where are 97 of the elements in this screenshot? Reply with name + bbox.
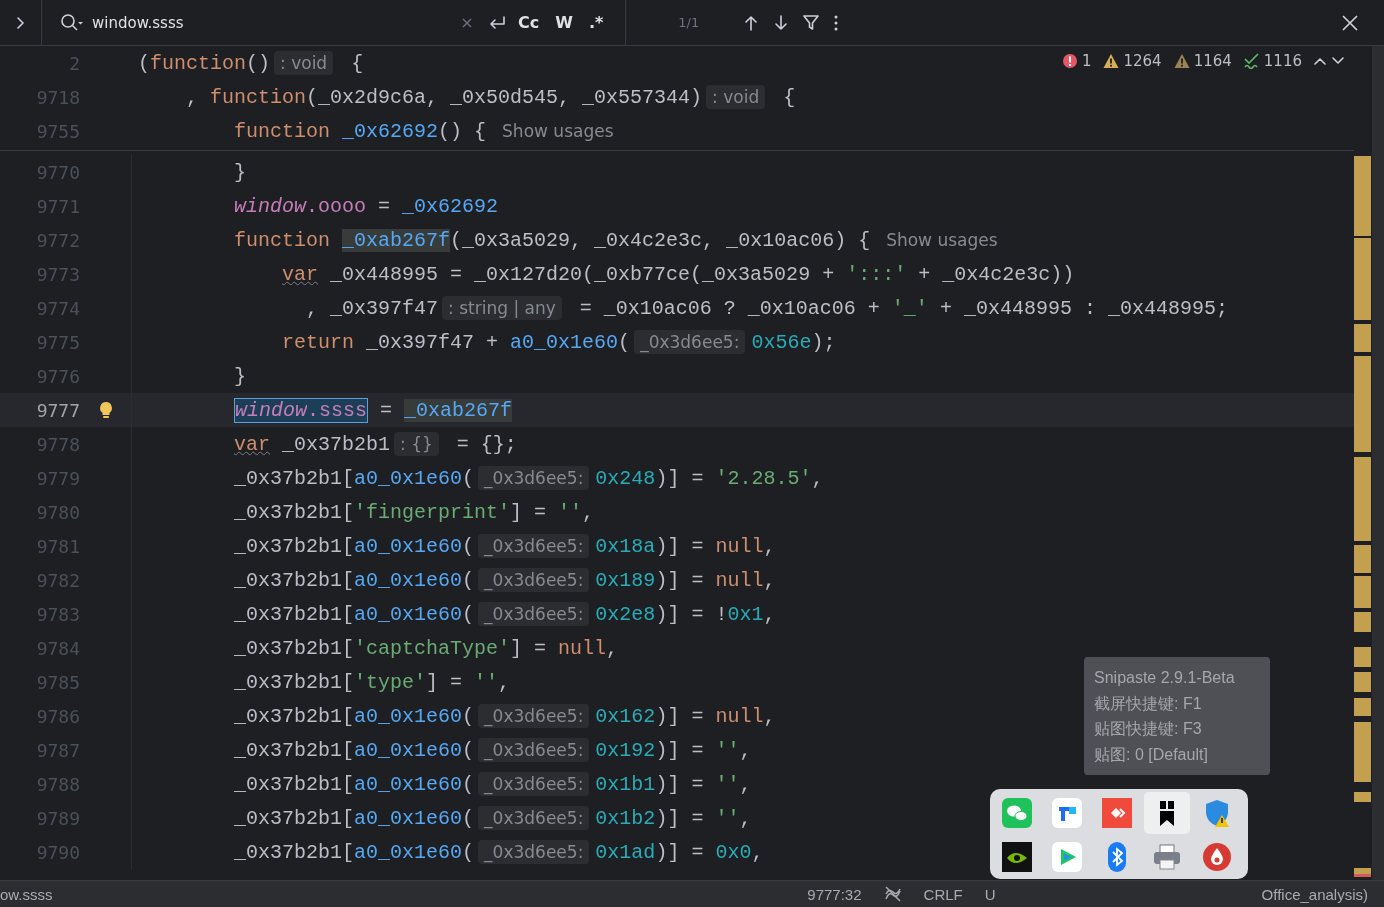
code-text: 0x1b1)] = '', [595, 772, 752, 796]
no-wrap-icon[interactable] [883, 885, 902, 903]
search-field[interactable]: window.ssss [92, 13, 462, 32]
line-number: 9777 [35, 399, 80, 421]
scrollbar[interactable] [1372, 46, 1384, 880]
inlay-hint: _0x3d6ee5: [478, 772, 590, 796]
file-name: ow.ssss [0, 885, 53, 903]
tray-item-button[interactable] [1144, 792, 1190, 834]
match-count: 1/1 [678, 15, 700, 30]
printer-icon[interactable] [1152, 842, 1182, 872]
more-icon[interactable] [833, 14, 840, 31]
code-text: _0x37b2b1[a0_0x1e60( [233, 466, 475, 490]
code-text: 0x192)] = '', [595, 738, 752, 762]
code-text: function _0xab267f(_0x3a5029, _0x4c2e3c, _0x10ac06) { [233, 228, 872, 252]
code-text: , function(_0x2d9c6a, _0x50d545, _0x557344) [185, 85, 703, 109]
code-text: window.ssss = _0xab267f [233, 398, 513, 422]
inlay-hint: _0x3d6ee5: [478, 704, 590, 728]
code-text: { [350, 51, 364, 75]
code-text: function _0x62692() { [233, 119, 488, 143]
problem-count: 1 [1081, 52, 1092, 70]
inlay-hint: _0x3d6ee5: [478, 534, 590, 558]
inlay-hint: _0x3d6ee5: [634, 330, 746, 354]
code-text: _0x37b2b1[a0_0x1e60( [233, 704, 475, 728]
code-text: = {}; [455, 432, 517, 456]
chevron-up-icon[interactable] [1314, 57, 1326, 65]
search-option-toggle[interactable]: W [551, 11, 577, 34]
code-text: } [233, 364, 247, 388]
inlay-hint: : void [274, 51, 334, 75]
code-text: _0x37b2b1[a0_0x1e60( [233, 568, 475, 592]
code-text: _0x37b2b1['type'] = '', [233, 670, 511, 694]
search-option-toggle[interactable]: Cc [514, 11, 544, 34]
check-icon[interactable] [1243, 53, 1260, 69]
inlay-hint: : {} [394, 432, 439, 456]
problem-count: 1116 [1263, 52, 1302, 70]
code-text: { [782, 85, 796, 109]
tooltip-text: 贴图快捷键: F3 [1094, 719, 1203, 739]
code-text: _0x37b2b1['fingerprint'] = '', [233, 500, 595, 524]
inlay-hint: : void [706, 85, 766, 109]
up-arrow-icon[interactable] [743, 14, 760, 31]
code-text: 0x1b2)] = '', [595, 806, 752, 830]
eye-shape-icon[interactable] [1002, 842, 1032, 872]
code-text: return _0x397f47 + a0_0x1e60( [281, 330, 631, 354]
filter-icon[interactable] [803, 14, 820, 31]
inlay-hint: : string | any [442, 296, 562, 320]
code-text: 0x1ad)] = 0x0, [595, 840, 764, 864]
code-text: 0x189)] = null, [595, 568, 776, 592]
inlay-hint: _0x3d6ee5: [478, 466, 590, 490]
status-item[interactable]: Office_analysis) [1261, 885, 1368, 903]
status-item[interactable]: 9777:32 [807, 885, 862, 903]
inlay-hint: _0x3d6ee5: [478, 840, 590, 864]
drop-icon[interactable] [1202, 842, 1232, 872]
tiles-icon[interactable] [1052, 798, 1082, 828]
code-text: 0x18a)] = null, [595, 534, 776, 558]
inlay-hint: _0x3d6ee5: [478, 738, 590, 762]
play-icon[interactable] [1052, 842, 1082, 872]
code-text: var _0x37b2b1 [233, 432, 391, 456]
code-text: 0x56e); [751, 330, 836, 354]
code-text: 0x2e8)] = !0x1, [595, 602, 776, 626]
error-icon[interactable] [1061, 53, 1078, 69]
code-text: (function() [138, 51, 271, 75]
lightbulb-icon[interactable] [98, 401, 113, 419]
tooltip-text: Snipaste 2.9.1-Beta [1094, 668, 1236, 688]
status-item[interactable]: CRLF [923, 885, 963, 903]
code-text: _0x37b2b1[a0_0x1e60( [233, 534, 475, 558]
show-usages-link[interactable]: Show usages [502, 121, 614, 141]
warning-icon[interactable] [1103, 53, 1120, 69]
code-text: _0x37b2b1[a0_0x1e60( [233, 602, 475, 626]
code-text: 0x248)] = '2.28.5', [595, 466, 824, 490]
inlay-hint: _0x3d6ee5: [478, 806, 590, 830]
tooltip-text: 截屏快捷键: F1 [1094, 693, 1203, 714]
weak-warning-icon[interactable] [1173, 53, 1190, 69]
newline-icon[interactable] [488, 14, 506, 31]
close-icon[interactable] [1342, 14, 1358, 31]
code-text: window.oooo = _0x62692 [233, 194, 499, 218]
code-text: _0x37b2b1[a0_0x1e60( [233, 806, 475, 830]
code-text: 0x162)] = null, [595, 704, 776, 728]
problem-count: 1264 [1123, 52, 1162, 70]
code-text: = _0x10ac06 ? _0x10ac06 + '_' + _0x448995 : _0x448995; [578, 296, 1228, 320]
code-text: _0x37b2b1[a0_0x1e60( [233, 840, 475, 864]
tooltip-text: 贴图: 0 [Default] [1094, 744, 1209, 765]
code-text: _0x37b2b1[a0_0x1e60( [233, 772, 475, 796]
chevron-down-icon[interactable] [1332, 57, 1344, 65]
status-item[interactable]: U [984, 885, 996, 903]
problem-count: 1164 [1193, 52, 1232, 70]
chevron-right-icon[interactable] [16, 16, 25, 29]
show-usages-link[interactable]: Show usages [886, 230, 998, 250]
down-arrow-icon[interactable] [773, 14, 790, 31]
clear-icon[interactable] [462, 17, 472, 28]
inlay-hint: _0x3d6ee5: [478, 568, 590, 592]
search-option-toggle[interactable]: .* [584, 11, 608, 34]
code-text: _0x37b2b1[a0_0x1e60( [233, 738, 475, 762]
code-text: var _0x448995 = _0x127d20(_0xb77ce(_0x3a5029 + ':::' + _0x4c2e3c)) [281, 262, 1075, 286]
code-text: _0x37b2b1['captchaType'] = null, [233, 636, 619, 660]
inlay-hint: _0x3d6ee5: [478, 602, 590, 626]
code-text: } [233, 160, 247, 184]
code-text: , _0x397f47 [305, 296, 439, 320]
search-icon[interactable] [60, 12, 84, 33]
